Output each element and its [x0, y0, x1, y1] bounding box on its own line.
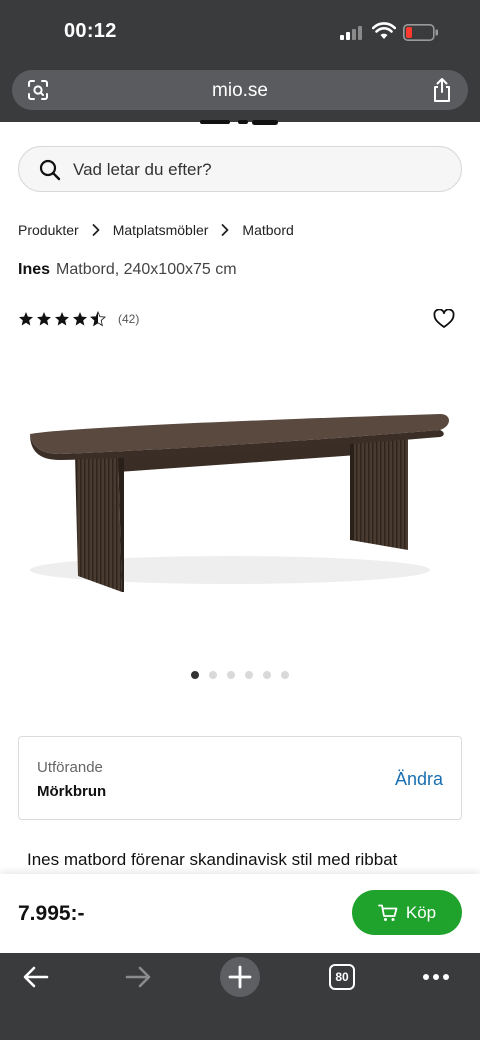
cart-icon	[377, 904, 398, 921]
search-placeholder[interactable]: Vad letar du efter?	[73, 160, 212, 180]
status-time: 00:12	[64, 20, 117, 42]
carousel-dot[interactable]	[263, 671, 271, 679]
star-icon	[37, 312, 51, 326]
image-carousel-dots	[0, 671, 480, 679]
tabs-button[interactable]: 80	[329, 964, 355, 990]
variant-value: Mörkbrun	[37, 783, 107, 800]
plus-icon	[228, 965, 252, 989]
battery-icon	[403, 24, 438, 41]
variant-label: Utförande	[37, 759, 103, 776]
product-brand: Ines	[18, 261, 51, 278]
carousel-dot[interactable]	[281, 671, 289, 679]
chevron-right-icon	[92, 224, 100, 236]
back-arrow-icon[interactable]	[22, 965, 50, 989]
forward-arrow-icon[interactable]	[124, 965, 152, 989]
buy-button[interactable]: Köp	[352, 890, 462, 935]
carousel-dot[interactable]	[227, 671, 235, 679]
search-input[interactable]: Vad letar du efter?	[18, 146, 462, 192]
product-image[interactable]	[20, 380, 460, 630]
more-icon[interactable]	[422, 973, 450, 981]
buy-bar: 7.995:- Köp	[0, 874, 480, 953]
cellular-signal-icon	[340, 24, 366, 40]
browser-top-chrome: 00:12 mio.se	[0, 0, 480, 122]
wifi-icon	[372, 22, 396, 39]
change-variant-link[interactable]: Ändra	[395, 769, 443, 790]
search-icon	[39, 159, 61, 181]
buy-button-label[interactable]: Köp	[406, 903, 436, 923]
new-tab-button[interactable]	[220, 957, 260, 997]
carousel-dot[interactable]	[209, 671, 217, 679]
review-count[interactable]: (42)	[118, 312, 139, 326]
site-logo[interactable]	[200, 120, 280, 126]
status-bar: 00:12	[0, 0, 480, 62]
heart-icon[interactable]	[433, 309, 455, 329]
half-star-icon	[90, 311, 106, 327]
product-description: Matbord, 240x100x75 cm	[56, 261, 237, 278]
carousel-dot[interactable]	[245, 671, 253, 679]
star-icon	[73, 312, 87, 326]
variant-selector[interactable]: Utförande Mörkbrun Ändra	[18, 736, 462, 820]
price: 7.995:-	[18, 902, 85, 925]
url-text[interactable]: mio.se	[12, 80, 468, 102]
share-icon[interactable]	[430, 77, 454, 103]
product-description-text: Ines matbord förenar skandinavisk stil m…	[27, 850, 398, 869]
chevron-right-icon	[222, 224, 229, 236]
star-icon	[19, 312, 33, 326]
browser-toolbar: 80	[0, 953, 480, 1040]
star-icon	[55, 312, 69, 326]
breadcrumb-item-produkter[interactable]: Produkter	[18, 222, 79, 238]
product-rating[interactable]: (42)	[18, 311, 139, 327]
carousel-dot[interactable]	[191, 671, 199, 679]
breadcrumb: Produkter Matplatsmöbler Matbord	[18, 220, 294, 240]
breadcrumb-item-matbord[interactable]: Matbord	[242, 222, 293, 238]
product-title: Ines Matbord, 240x100x75 cm	[18, 261, 237, 279]
address-bar[interactable]: mio.se	[12, 70, 468, 110]
breadcrumb-item-matplatsmobler[interactable]: Matplatsmöbler	[113, 222, 209, 238]
